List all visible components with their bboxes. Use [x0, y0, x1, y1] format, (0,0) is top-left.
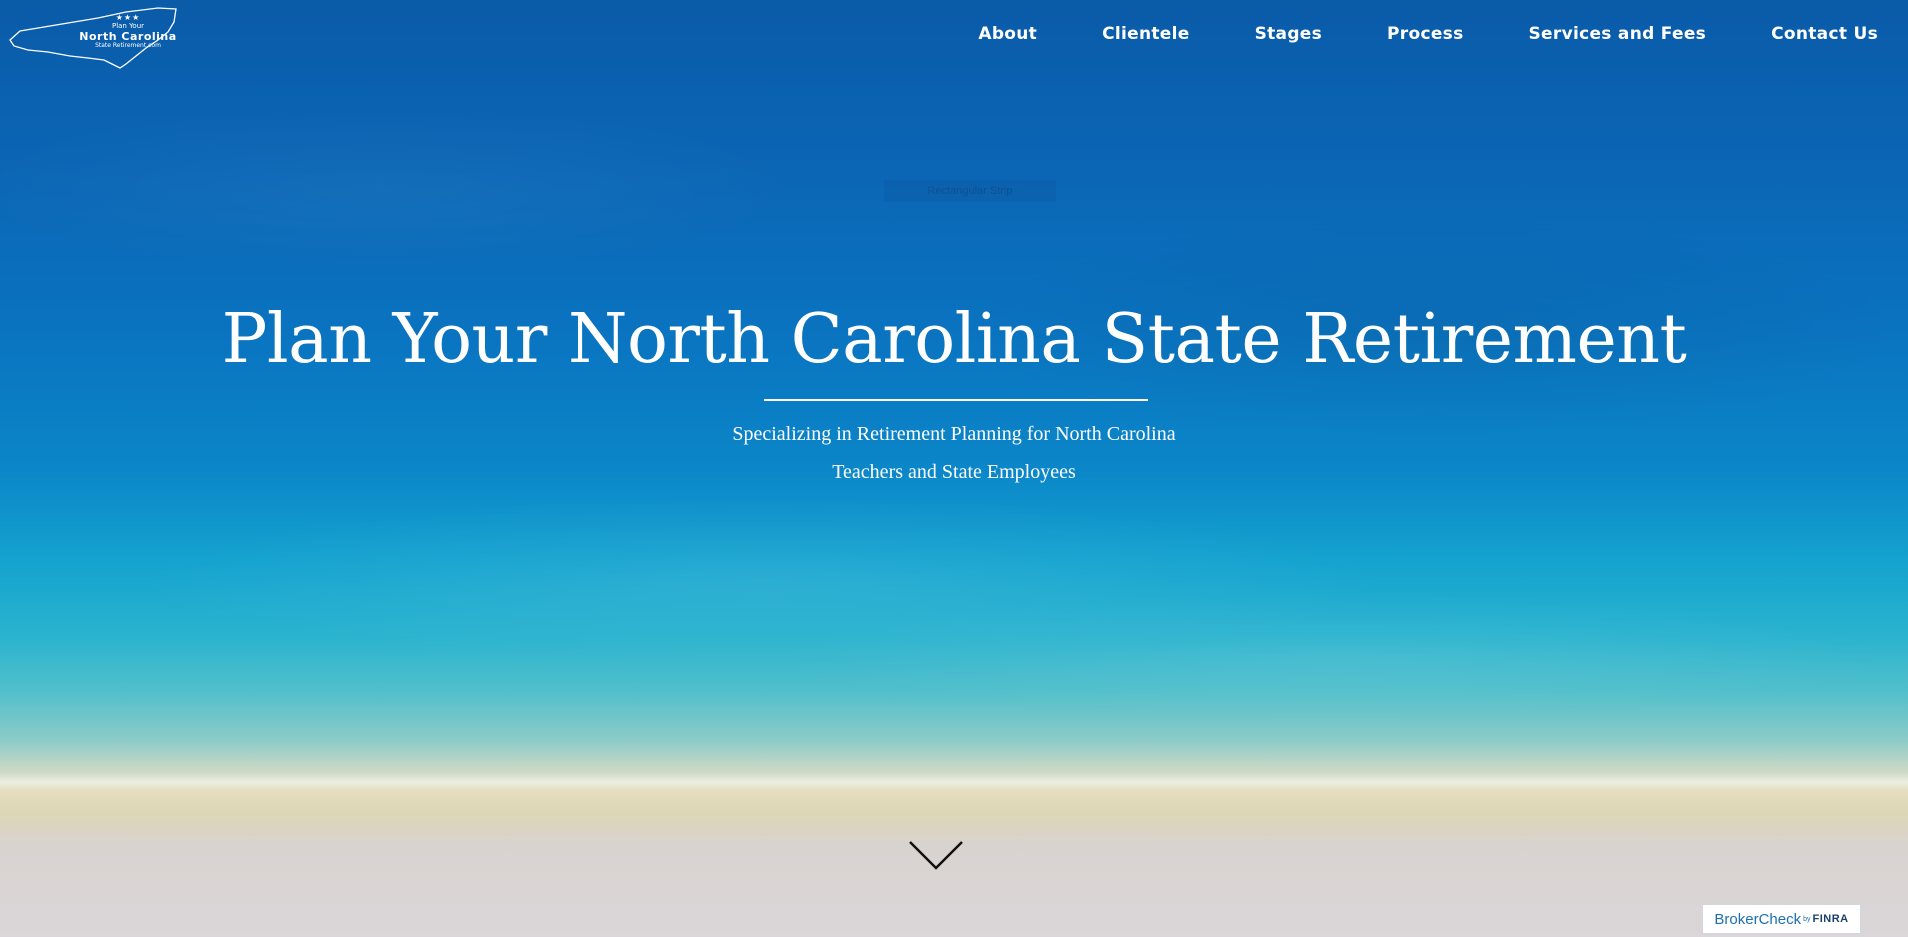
scroll-down-button[interactable] [908, 838, 964, 872]
main-nav: About Clientele Stages Process Services … [978, 24, 1878, 44]
brokercheck-by: by [1803, 915, 1811, 923]
finra-label: FINRA [1812, 913, 1849, 925]
logo-line-2: North Carolina [79, 30, 177, 43]
nav-about[interactable]: About [978, 24, 1037, 44]
hero-divider [764, 399, 1148, 401]
nav-clientele[interactable]: Clientele [1102, 24, 1189, 44]
hero-subtitle-line-1: Specializing in Retirement Planning for … [732, 423, 1176, 445]
brokercheck-badge[interactable]: BrokerCheck by FINRA [1702, 904, 1861, 934]
hero-page: ★★★ Plan Your North Carolina State Retir… [0, 0, 1908, 937]
chevron-down-icon [909, 841, 963, 870]
site-logo[interactable]: ★★★ Plan Your North Carolina State Retir… [8, 4, 178, 70]
ghost-strip: Rectangular Strip [884, 180, 1056, 202]
hero-title: Plan Your North Carolina State Retiremen… [221, 300, 1687, 379]
logo-line-3: State Retirement.com [95, 42, 161, 49]
hero-subtitle-line-2: Teachers and State Employees [832, 461, 1076, 483]
nav-contact-us[interactable]: Contact Us [1771, 24, 1878, 44]
nav-services-and-fees[interactable]: Services and Fees [1529, 24, 1707, 44]
nav-stages[interactable]: Stages [1255, 24, 1322, 44]
logo-line-1: Plan Your [111, 22, 145, 30]
logo-stars: ★★★ [115, 13, 141, 22]
shoreline-foam [0, 772, 1908, 802]
brokercheck-label: BrokerCheck [1714, 910, 1802, 928]
nav-process[interactable]: Process [1387, 24, 1463, 44]
